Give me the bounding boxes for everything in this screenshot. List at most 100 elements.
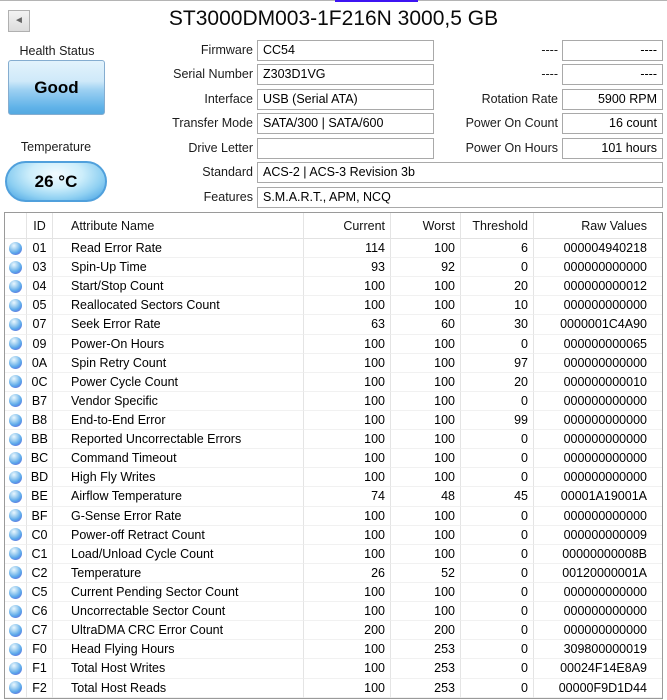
table-row[interactable]: 05 Reallocated Sectors Count 100 100 10 …	[5, 296, 662, 316]
blue-orb-icon	[9, 623, 22, 637]
status-cell	[5, 334, 27, 354]
attribute-id: 03	[27, 258, 53, 278]
attribute-worst: 100	[391, 525, 461, 545]
table-row[interactable]: C7 UltraDMA CRC Error Count 200 200 0 00…	[5, 621, 662, 641]
table-row[interactable]: BB Reported Uncorrectable Errors 100 100…	[5, 430, 662, 450]
table-row[interactable]: 04 Start/Stop Count 100 100 20 000000000…	[5, 277, 662, 297]
smart-attribute-table: ID Attribute Name Current Worst Threshol…	[4, 212, 663, 699]
table-row[interactable]: C2 Temperature 26 52 0 00120000001A	[5, 563, 662, 583]
standard-value-box[interactable]: ACS-2 | ACS-3 Revision 3b	[257, 162, 663, 183]
attribute-current: 100	[304, 640, 391, 660]
table-row[interactable]: F1 Total Host Writes 100 253 0 00024F14E…	[5, 659, 662, 679]
attribute-id: F1	[27, 659, 53, 679]
attribute-worst: 253	[391, 659, 461, 679]
table-row[interactable]: F0 Head Flying Hours 100 253 0 309800000…	[5, 640, 662, 660]
power-on-hours-value-box[interactable]: 101 hours	[562, 138, 663, 159]
attribute-raw-values: 000000000000	[534, 621, 662, 641]
attribute-current: 100	[304, 449, 391, 469]
attribute-worst: 100	[391, 353, 461, 373]
attribute-raw-values: 000000000000	[534, 507, 662, 526]
attribute-name: Power-off Retract Count	[53, 525, 304, 545]
power-on-count-value-box[interactable]: 16 count	[562, 113, 663, 134]
attribute-worst: 100	[391, 239, 461, 259]
status-cell	[5, 525, 27, 545]
table-row[interactable]: B8 End-to-End Error 100 100 99 000000000…	[5, 410, 662, 431]
status-cell	[5, 430, 27, 450]
window-top-edge	[0, 0, 667, 1]
table-row[interactable]: B7 Vendor Specific 100 100 0 00000000000…	[5, 391, 662, 411]
features-label: Features	[203, 190, 253, 204]
table-row[interactable]: C0 Power-off Retract Count 100 100 0 000…	[5, 525, 662, 545]
header-attribute-name: Attribute Name	[53, 213, 304, 239]
table-row[interactable]: 0A Spin Retry Count 100 100 97 000000000…	[5, 353, 662, 373]
table-row[interactable]: C6 Uncorrectable Sector Count 100 100 0 …	[5, 602, 662, 622]
table-row[interactable]: 0C Power Cycle Count 100 100 20 00000000…	[5, 372, 662, 392]
table-row[interactable]: F2 Total Host Reads 100 253 0 00000F9D1D…	[5, 678, 662, 698]
table-row[interactable]: BC Command Timeout 100 100 0 00000000000…	[5, 449, 662, 469]
attribute-threshold: 97	[461, 353, 534, 373]
attribute-raw-values: 000000000000	[534, 468, 662, 488]
status-cell	[5, 449, 27, 469]
attribute-raw-values: 00001A19001A	[534, 487, 662, 507]
attribute-raw-values: 000000000000	[534, 411, 662, 431]
attribute-raw-values: 00000000008B	[534, 545, 662, 564]
attribute-threshold: 0	[461, 391, 534, 411]
table-row[interactable]: 03 Spin-Up Time 93 92 0 000000000000	[5, 258, 662, 278]
previous-disk-button[interactable]: ◄	[8, 10, 30, 32]
table-row[interactable]: BF G-Sense Error Rate 100 100 0 00000000…	[5, 506, 662, 526]
attribute-worst: 100	[391, 449, 461, 469]
status-cell	[5, 391, 27, 411]
table-row[interactable]: 09 Power-On Hours 100 100 0 000000000065	[5, 334, 662, 354]
attribute-id: F0	[27, 640, 53, 660]
attribute-id: B8	[27, 410, 53, 431]
table-row[interactable]: BE Airflow Temperature 74 48 45 00001A19…	[5, 487, 662, 507]
attribute-raw-values: 000000000000	[534, 449, 662, 469]
attribute-id: C5	[27, 582, 53, 603]
attribute-worst: 100	[391, 544, 461, 564]
attribute-threshold: 0	[461, 506, 534, 526]
attribute-threshold: 10	[461, 296, 534, 316]
attribute-current: 100	[304, 602, 391, 622]
status-cell	[5, 563, 27, 583]
attribute-worst: 200	[391, 621, 461, 641]
attribute-raw-values: 000000000012	[534, 277, 662, 297]
attribute-id: C6	[27, 602, 53, 622]
unused-field-value-box-2[interactable]: ----	[562, 64, 663, 85]
table-row[interactable]: C5 Current Pending Sector Count 100 100 …	[5, 582, 662, 603]
blue-orb-icon	[9, 661, 22, 675]
attribute-raw-values: 0000001C4A90	[534, 315, 662, 335]
attribute-id: 0C	[27, 372, 53, 392]
attribute-name: Vendor Specific	[53, 391, 304, 411]
attribute-name: Power Cycle Count	[53, 372, 304, 392]
attribute-id: BB	[27, 430, 53, 450]
status-cell	[5, 468, 27, 488]
attribute-raw-values: 00120000001A	[534, 564, 662, 583]
attribute-threshold: 0	[461, 621, 534, 641]
rotation-rate-value-box[interactable]: 5900 RPM	[562, 89, 663, 110]
table-row[interactable]: C1 Load/Unload Cycle Count 100 100 0 000…	[5, 544, 662, 564]
header-threshold: Threshold	[461, 213, 534, 239]
unused-field-value-box-1[interactable]: ----	[562, 40, 663, 61]
attribute-raw-values: 000000000010	[534, 373, 662, 392]
attribute-current: 100	[304, 372, 391, 392]
window-top-accent	[335, 0, 418, 2]
attribute-name: Load/Unload Cycle Count	[53, 544, 304, 564]
table-row[interactable]: 07 Seek Error Rate 63 60 30 0000001C4A90	[5, 315, 662, 335]
attribute-threshold: 0	[461, 659, 534, 679]
status-cell	[5, 640, 27, 660]
attribute-name: Total Host Writes	[53, 659, 304, 679]
attribute-current: 100	[304, 525, 391, 545]
attribute-id: F2	[27, 678, 53, 698]
features-value-box[interactable]: S.M.A.R.T., APM, NCQ	[257, 187, 663, 208]
left-arrow-icon: ◄	[14, 15, 24, 26]
attribute-name: Start/Stop Count	[53, 277, 304, 297]
table-row[interactable]: BD High Fly Writes 100 100 0 00000000000…	[5, 468, 662, 488]
blue-orb-icon	[9, 566, 22, 580]
attribute-current: 100	[304, 544, 391, 564]
attribute-current: 100	[304, 277, 391, 297]
attribute-name: Total Host Reads	[53, 678, 304, 698]
attribute-id: 07	[27, 315, 53, 335]
blue-orb-icon	[9, 642, 22, 656]
header-raw-values: Raw Values	[534, 213, 662, 239]
table-row[interactable]: 01 Read Error Rate 114 100 6 00000494021…	[5, 239, 662, 259]
